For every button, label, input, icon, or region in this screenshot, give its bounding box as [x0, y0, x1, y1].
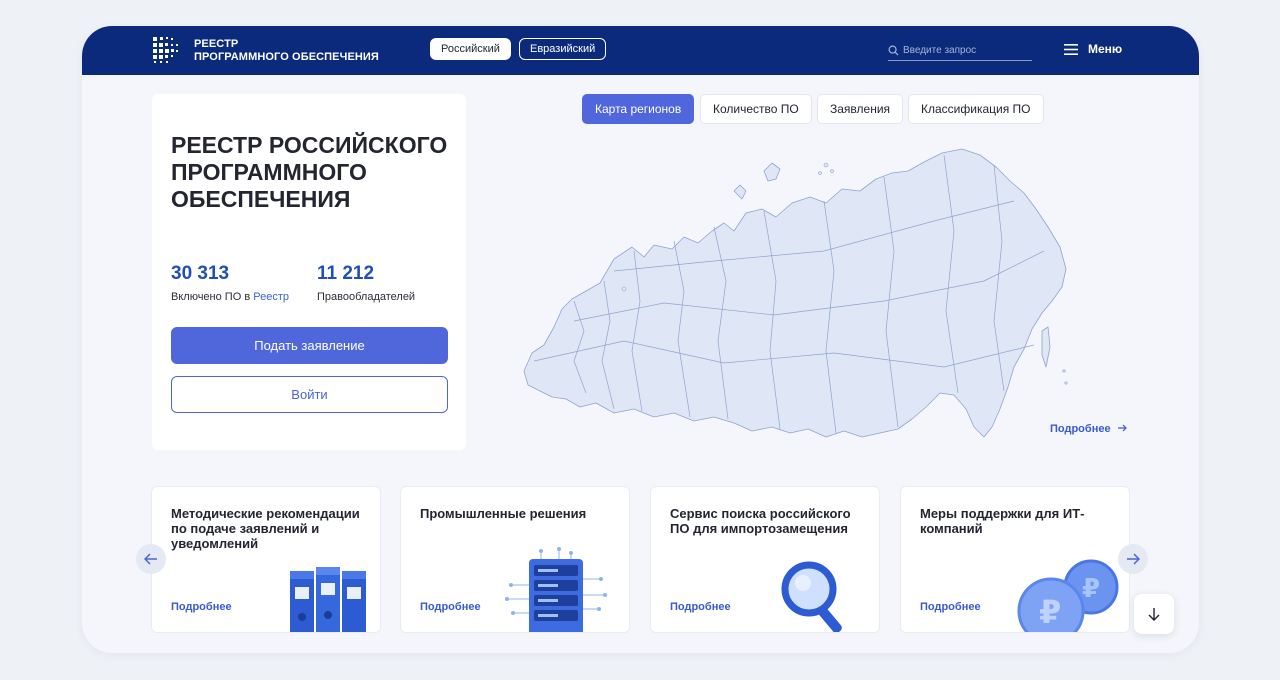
rightholders-count-label: Правообладателей — [317, 291, 416, 303]
map-island-dot — [621, 286, 627, 292]
map-more-label: Подробнее — [1050, 423, 1111, 435]
software-count-value: 30 313 — [171, 263, 230, 284]
carousel-prev-button[interactable] — [136, 544, 166, 574]
map-island-dot — [830, 169, 834, 173]
svg-text:₽: ₽ — [1082, 574, 1100, 604]
login-button[interactable]: Войти — [171, 376, 448, 413]
tab-applications[interactable]: Заявления — [817, 94, 904, 124]
map-island-dot — [1064, 381, 1068, 385]
folders-icon — [290, 567, 366, 632]
map-more-link[interactable]: Подробнее — [1050, 423, 1127, 435]
card-title: Меры поддержки для ИТ-компаний — [920, 506, 1085, 536]
registry-link[interactable]: Реестр — [253, 291, 289, 303]
card-more-link[interactable]: Подробнее — [420, 601, 481, 613]
search-icon — [888, 45, 899, 56]
tab-software-classification[interactable]: Классификация ПО — [908, 94, 1044, 124]
logo-line-2: ПРОГРАММНОГО ОБЕСПЕЧЕНИЯ — [194, 51, 379, 63]
arrow-right-icon — [1127, 553, 1140, 565]
logo-line-1: РЕЕСТР — [194, 38, 239, 50]
submit-application-button[interactable]: Подать заявление — [171, 327, 448, 364]
map-island-sakhalin — [1041, 326, 1051, 368]
scroll-down-button[interactable] — [1134, 594, 1174, 634]
menu-label: Меню — [1088, 42, 1123, 56]
card-it-support-measures[interactable]: Меры поддержки для ИТ-компаний Подробнее… — [900, 486, 1130, 633]
top-navigation-bar: РЕЕСТР ПРОГРАММНОГО ОБЕСПЕЧЕНИЯ Российск… — [82, 26, 1199, 75]
logo-text[interactable]: РЕЕСТР ПРОГРАММНОГО ОБЕСПЕЧЕНИЯ — [194, 38, 379, 64]
registry-switch-eurasian[interactable]: Евразийский — [519, 38, 607, 60]
svg-text:₽: ₽ — [1039, 593, 1061, 631]
card-industrial-solutions[interactable]: Промышленные решения Подробнее — [400, 486, 630, 633]
arrow-left-icon — [144, 553, 157, 565]
registry-logo-icon[interactable] — [152, 36, 180, 64]
map-island-dot — [1062, 369, 1066, 373]
card-more-link[interactable]: Подробнее — [171, 601, 232, 613]
server-icon — [505, 547, 607, 632]
card-title: Промышленные решения — [420, 506, 587, 521]
magnifier-icon — [781, 561, 842, 632]
search-input[interactable] — [903, 44, 1023, 56]
map-landmass — [523, 148, 1067, 438]
software-count-label: Включено ПО в Реестр — [171, 291, 289, 303]
carousel-next-button[interactable] — [1118, 544, 1148, 574]
tab-software-count[interactable]: Количество ПО — [700, 94, 812, 124]
card-more-link[interactable]: Подробнее — [920, 601, 981, 613]
search-bar — [888, 40, 1032, 61]
card-title: Методические рекомендации по подаче заяв… — [171, 506, 360, 551]
russia-regions-map[interactable] — [514, 131, 1074, 443]
arrow-right-icon — [1117, 424, 1127, 432]
card-title: Сервис поиска российского ПО для импорто… — [670, 506, 851, 536]
tab-regions-map[interactable]: Карта регионов — [582, 94, 695, 124]
ruble-coins-icon: ₽ ₽ — [1017, 559, 1119, 632]
card-software-search-service[interactable]: Сервис поиска российского ПО для импорто… — [650, 486, 880, 633]
page-title: Реестр российского программного обеспече… — [171, 132, 448, 212]
map-island-dot — [818, 171, 822, 175]
menu-button[interactable]: Меню — [1064, 42, 1122, 56]
arrow-down-icon — [1148, 608, 1160, 621]
card-more-link[interactable]: Подробнее — [670, 601, 731, 613]
map-island-arctic — [733, 184, 747, 200]
software-count-text: Включено ПО в — [171, 291, 251, 303]
rightholders-count-value: 11 212 — [317, 263, 375, 284]
card-guidelines[interactable]: Методические рекомендации по подаче заяв… — [151, 486, 381, 633]
hamburger-icon — [1064, 43, 1078, 55]
map-island-north — [763, 162, 781, 182]
page-frame: РЕЕСТР ПРОГРАММНОГО ОБЕСПЕЧЕНИЯ Российск… — [82, 26, 1199, 653]
map-island-dot — [823, 162, 829, 168]
hero-card: Реестр российского программного обеспече… — [152, 94, 466, 450]
registry-switch-russian[interactable]: Российский — [430, 38, 511, 60]
